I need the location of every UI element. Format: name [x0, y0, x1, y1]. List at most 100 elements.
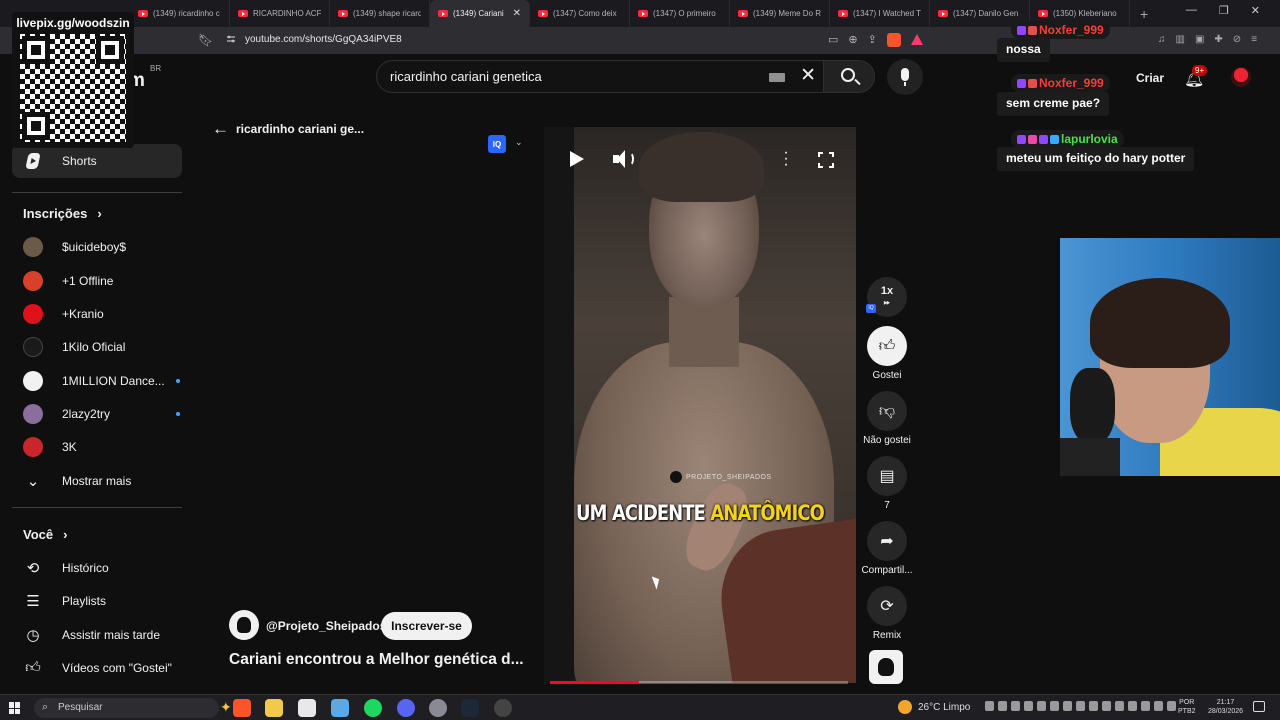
obs-icon[interactable]: [494, 699, 512, 717]
short-title[interactable]: Cariani encontrou a Melhor genética d...: [229, 651, 524, 669]
video-progress-bar[interactable]: [550, 681, 848, 684]
tray-icon[interactable]: [998, 701, 1007, 711]
vpn-icon[interactable]: ⊘: [1233, 34, 1241, 45]
tray-icon[interactable]: [1050, 701, 1059, 711]
sidebar-item-playlists[interactable]: ☰ Playlists: [12, 584, 182, 618]
brave-browser-icon[interactable]: [233, 699, 251, 717]
you-heading[interactable]: Você ›: [23, 527, 67, 542]
tray-icon[interactable]: [1011, 701, 1020, 711]
sidebar-item-subscription[interactable]: $uicideboy$: [12, 230, 182, 264]
sidebar-item-shorts[interactable]: Shorts: [12, 144, 182, 178]
browser-tab-active[interactable]: (1349) Cariani ✕: [430, 0, 530, 27]
taskbar-search-input[interactable]: ⌕ Pesquisar ✦: [34, 698, 232, 718]
tray-icon[interactable]: [1141, 701, 1150, 711]
search-input[interactable]: ricardinho cariani genetica ✕: [376, 60, 823, 93]
language-indicator[interactable]: POR PTB2: [1178, 698, 1196, 716]
like-button[interactable]: 👍︎: [867, 326, 907, 366]
app-icon[interactable]: [429, 699, 447, 717]
tray-icon[interactable]: [1128, 701, 1137, 711]
brave-rewards-icon[interactable]: [910, 34, 923, 45]
maximize-icon[interactable]: ❐: [1219, 4, 1229, 17]
comments-button[interactable]: ▤: [867, 456, 907, 496]
tray-icon[interactable]: [1063, 701, 1072, 711]
tab-label: (1349) ricardinho c: [153, 9, 220, 18]
search-button[interactable]: [823, 60, 875, 93]
zoom-icon[interactable]: ⊕: [848, 33, 857, 47]
tray-icon[interactable]: [1037, 701, 1046, 711]
windows-start-icon[interactable]: [9, 702, 21, 714]
dislike-button[interactable]: 👎︎: [867, 391, 907, 431]
browser-tab[interactable]: (1347) O primeiro: [630, 0, 730, 27]
minimize-icon[interactable]: —: [1186, 4, 1197, 17]
taskbar-clock[interactable]: 21:17 28/03/2026: [1208, 698, 1243, 716]
notification-center-icon[interactable]: [1253, 701, 1265, 712]
steam-icon[interactable]: [461, 699, 479, 717]
close-window-icon[interactable]: ✕: [1251, 4, 1260, 17]
tray-icon[interactable]: [1167, 701, 1176, 711]
sidebar-item-liked-videos[interactable]: 👍︎ Vídeos com "Gostei": [12, 651, 182, 685]
browser-tab[interactable]: (1347) I Watched T: [830, 0, 930, 27]
file-explorer-icon[interactable]: [265, 699, 283, 717]
browser-tab[interactable]: (1349) Meme Do R: [730, 0, 830, 27]
tray-icon[interactable]: [1154, 701, 1163, 711]
iq-extension-button[interactable]: IQ: [488, 135, 506, 153]
spotify-icon[interactable]: [364, 699, 382, 717]
weather-widget[interactable]: 26°C Limpo: [898, 700, 970, 714]
subscriptions-heading[interactable]: Inscrições ›: [23, 206, 102, 221]
fullscreen-icon[interactable]: [818, 152, 834, 168]
new-tab-button[interactable]: +: [1130, 6, 1158, 22]
site-info-icon[interactable]: [226, 34, 236, 44]
browser-tab[interactable]: RICARDINHO ACF: [230, 0, 330, 27]
sidebar-item-subscription[interactable]: +Kranio: [12, 297, 182, 331]
share-button[interactable]: ➦: [867, 521, 907, 561]
keyboard-icon[interactable]: [769, 73, 785, 82]
sidebar-item-subscription[interactable]: 2lazy2try: [12, 397, 182, 431]
back-arrow-icon[interactable]: ←: [212, 119, 229, 139]
chevron-down-icon[interactable]: ⌄: [515, 137, 523, 148]
music-icon[interactable]: ♫: [1158, 34, 1166, 45]
close-tab-icon[interactable]: ✕: [513, 8, 521, 19]
sidebar-icon[interactable]: ▥: [1176, 34, 1185, 45]
audio-source-thumbnail[interactable]: [869, 650, 903, 684]
share-icon[interactable]: ⇪: [868, 33, 877, 47]
tray-icon[interactable]: [1076, 701, 1085, 711]
bookmark-icon[interactable]: 🔖︎: [198, 33, 213, 47]
subscribe-button[interactable]: Inscrever-se: [381, 612, 472, 640]
app-icon[interactable]: [331, 699, 349, 717]
sidebar-item-watch-later[interactable]: ◷ Assistir mais tarde: [12, 618, 182, 652]
account-avatar[interactable]: [1231, 67, 1251, 87]
tray-icon[interactable]: [1102, 701, 1111, 711]
extensions-icon[interactable]: ✚: [1214, 34, 1222, 45]
brave-shields-icon[interactable]: [886, 33, 901, 47]
menu-icon[interactable]: ≡: [1251, 34, 1257, 45]
channel-name[interactable]: @Projeto_Sheipados: [266, 619, 386, 633]
back-to-search-label[interactable]: ricardinho cariani ge...: [236, 122, 364, 136]
short-video-player[interactable]: PROJETO_SHEIPADOS UM ACIDENTE ANATÔMICO: [544, 127, 856, 683]
sidebar-item-history[interactable]: ⟲ Histórico: [12, 551, 182, 585]
browser-tab[interactable]: (1349) shape ricard: [330, 0, 430, 27]
store-icon[interactable]: [298, 699, 316, 717]
sidebar-item-subscription[interactable]: 1MILLION Dance...: [12, 364, 182, 398]
tray-icon[interactable]: [985, 701, 994, 711]
tray-icon[interactable]: [1089, 701, 1098, 711]
sidebar-item-subscription[interactable]: +1 Offline: [12, 264, 182, 298]
more-options-icon[interactable]: · · ·: [783, 145, 789, 173]
wallet-icon[interactable]: ▣: [1195, 34, 1204, 45]
remix-button[interactable]: ⟳: [867, 586, 907, 626]
volume-icon[interactable]: [613, 149, 635, 169]
discord-icon[interactable]: [397, 699, 415, 717]
sidebar-item-show-more[interactable]: ⌄ Mostrar mais: [12, 464, 182, 498]
tray-icon[interactable]: [1115, 701, 1124, 711]
channel-avatar[interactable]: [229, 610, 259, 640]
voice-search-button[interactable]: [887, 59, 923, 95]
cast-icon[interactable]: ▭: [828, 33, 838, 47]
browser-tab[interactable]: (1349) ricardinho c: [130, 0, 230, 27]
play-icon[interactable]: [570, 151, 584, 167]
sidebar-item-subscription[interactable]: 1Kilo Oficial: [12, 330, 182, 364]
create-button[interactable]: Criar: [1136, 71, 1164, 85]
url-text[interactable]: youtube.com/shorts/GgQA34iPVE8: [245, 34, 402, 45]
clear-search-icon[interactable]: ✕: [800, 64, 816, 87]
tray-icon[interactable]: [1024, 701, 1033, 711]
browser-tab[interactable]: (1347) Como deix: [530, 0, 630, 27]
sidebar-item-subscription[interactable]: 3K: [12, 430, 182, 464]
